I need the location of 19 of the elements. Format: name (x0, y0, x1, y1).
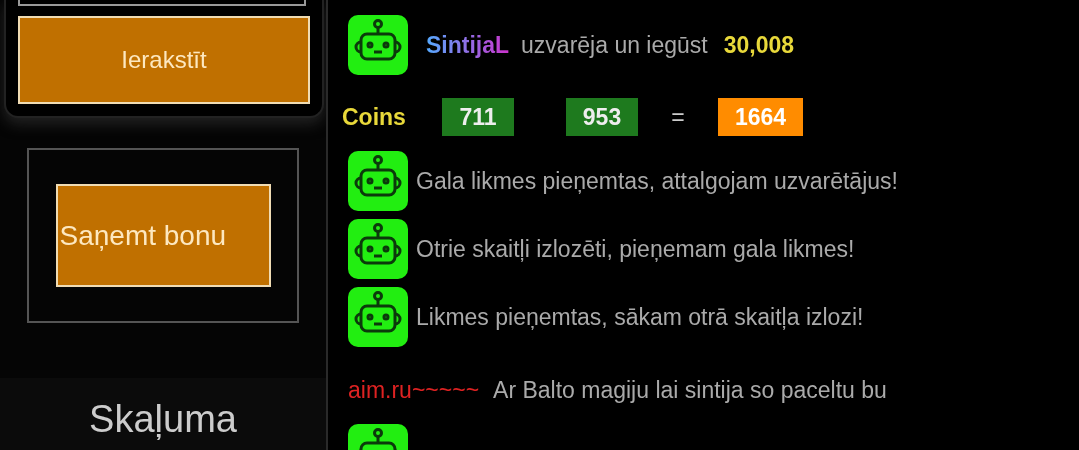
save-button[interactable]: Ierakstīt (18, 16, 310, 104)
coin-value: 711 (442, 98, 514, 136)
equals-sign: = (670, 103, 686, 131)
coins-label: Coins (342, 103, 407, 131)
robot-icon (348, 151, 408, 211)
bonus-button[interactable]: Saņemt bonu (55, 184, 271, 287)
user-name: aim.ru~~~~~ (348, 376, 480, 404)
message-text: Gala likmes pieņemtas, attalgojam uzvarētājus! (416, 167, 898, 195)
message-text: uzvarēja un iegūst (521, 31, 708, 59)
coin-value: 953 (566, 98, 638, 136)
robot-icon (348, 219, 408, 279)
win-amount: 30,008 (723, 31, 795, 59)
message-text: Ar Balto magiju lai sintija so paceltu bu (493, 376, 887, 404)
robot-icon (348, 15, 408, 75)
volume-label: Skaļuma (89, 398, 237, 440)
message-text: Likmes pieņemtas, sākam otrā skaitļa izlozi! (416, 303, 864, 331)
message-text: Otrie skaitļi izlozēti, pieņemam gala likmes! (416, 235, 855, 263)
robot-icon (348, 287, 408, 347)
coin-total: 1664 (718, 98, 803, 136)
